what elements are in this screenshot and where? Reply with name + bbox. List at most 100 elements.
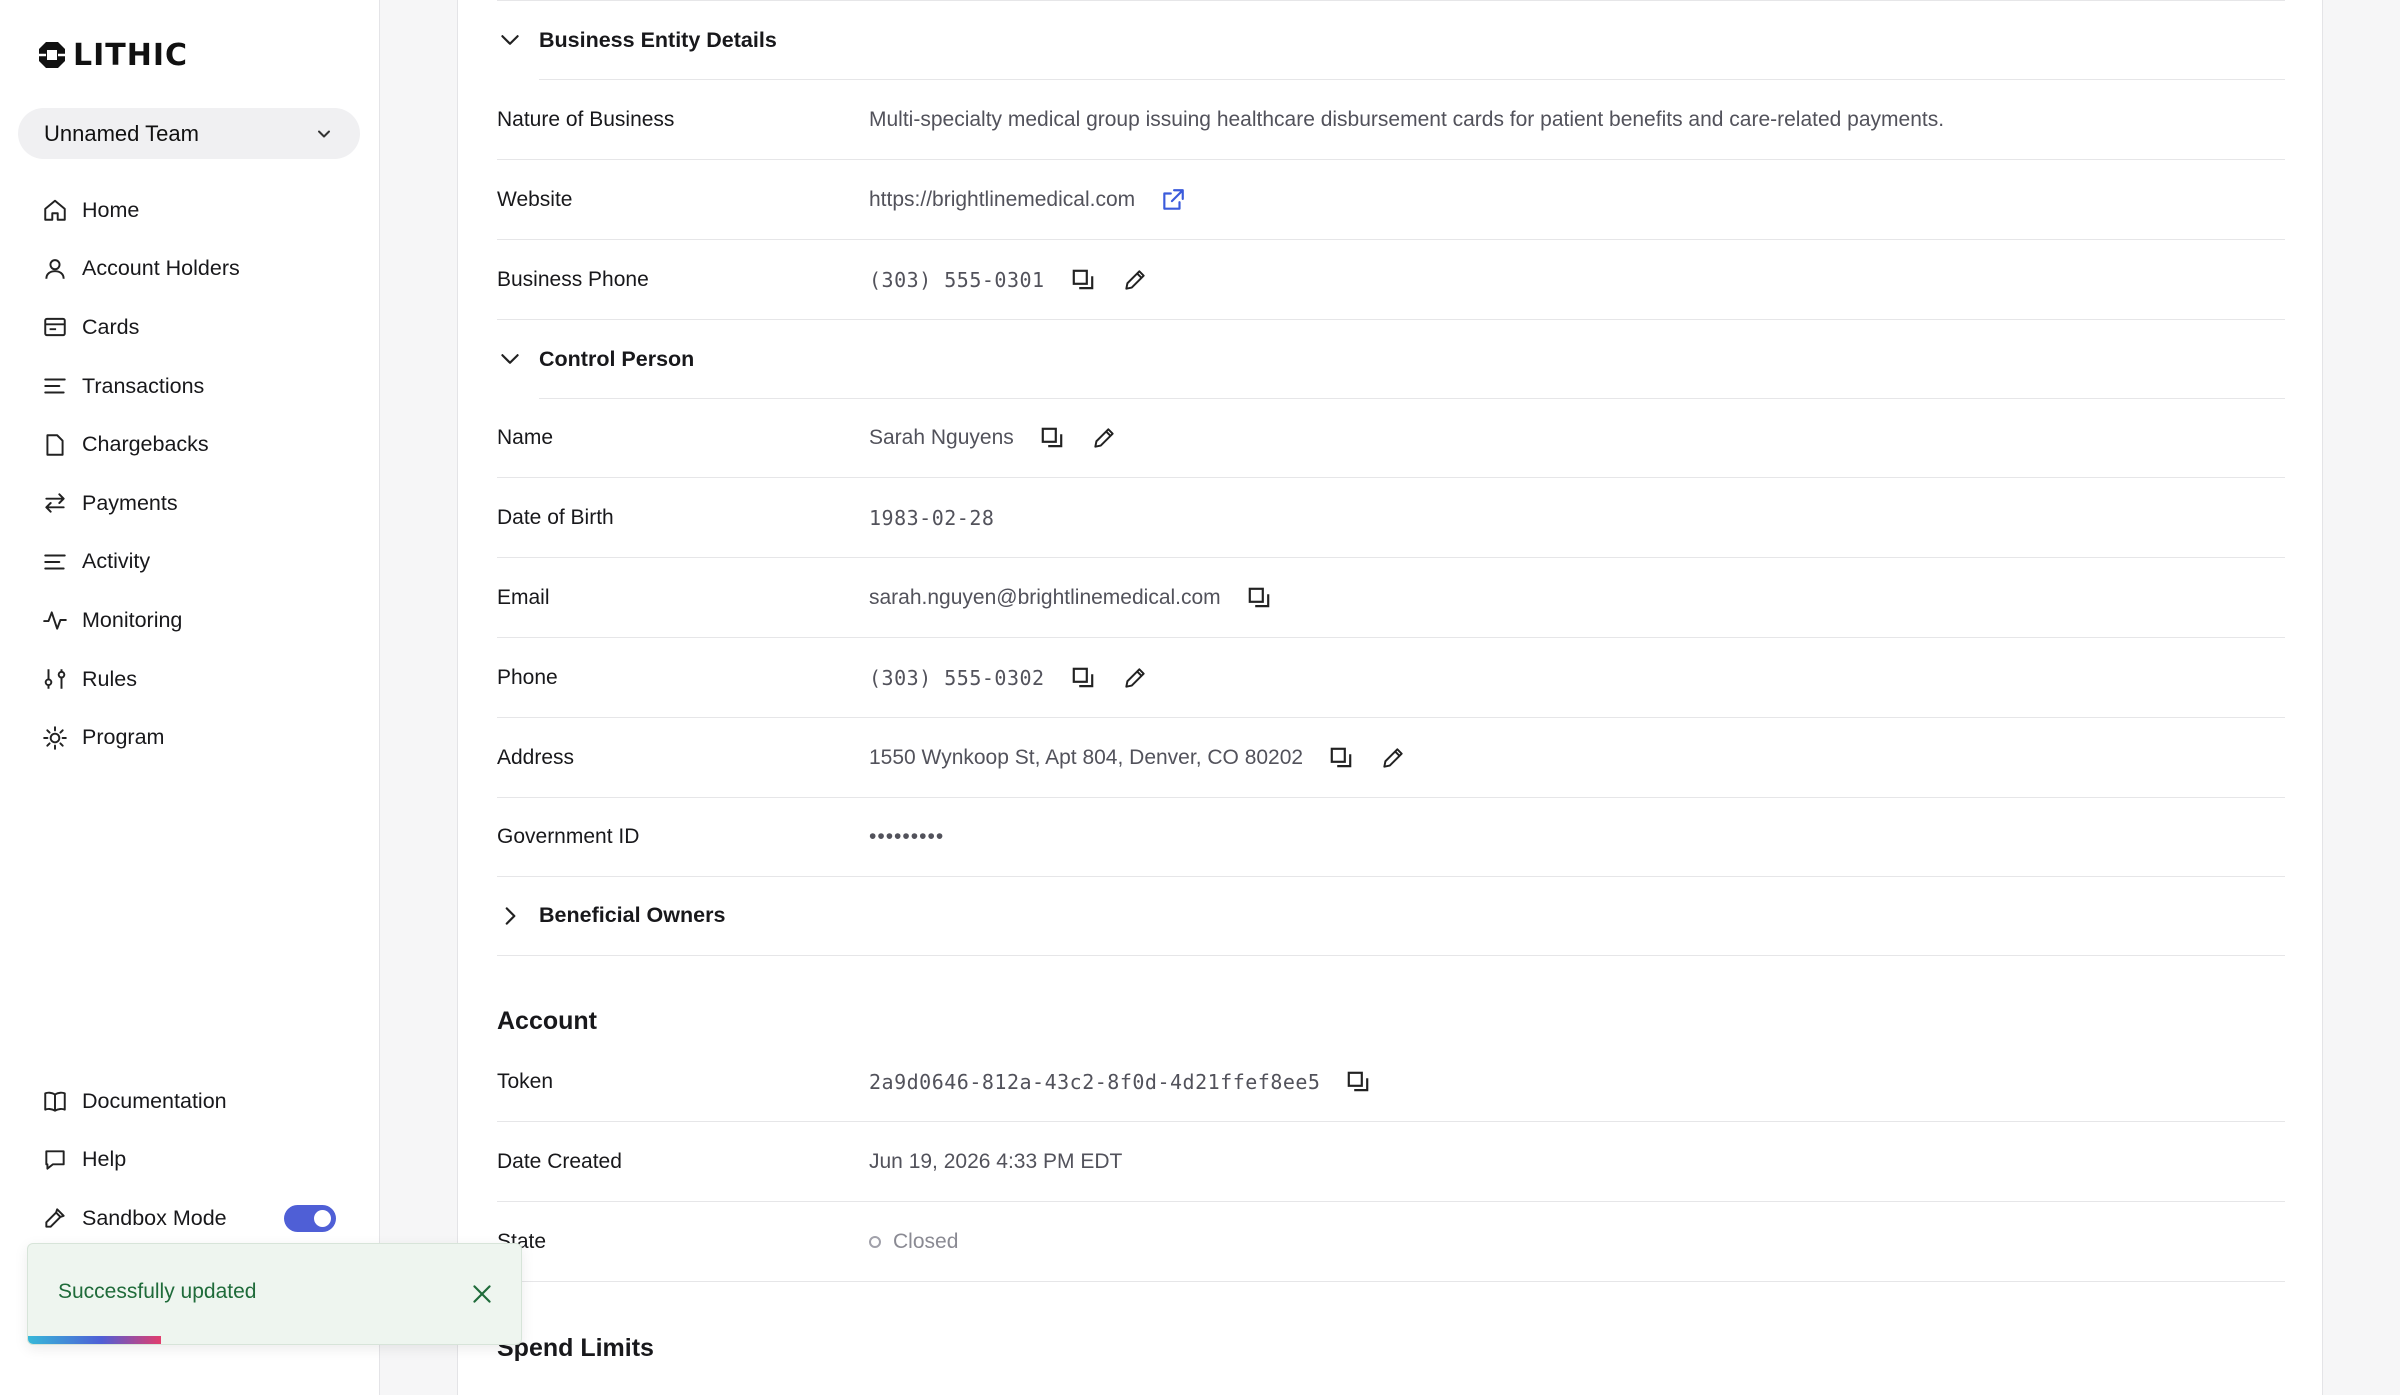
lithic-logo[interactable]: LITHIC bbox=[37, 37, 189, 73]
sidebar-nav: Home Account Holders Cards Transactions … bbox=[0, 181, 380, 767]
row-website: Website https://brightlinemedical.com bbox=[497, 160, 2285, 240]
edit-icon[interactable] bbox=[1121, 266, 1149, 294]
section-business-entity-details[interactable]: Business Entity Details bbox=[497, 0, 2285, 80]
sidebar-item-home[interactable]: Home bbox=[0, 181, 380, 240]
business-phone-value: (303) 555-0301 bbox=[869, 267, 1045, 292]
row-name: Name Sarah Nguyens bbox=[497, 398, 2285, 478]
row-business-phone: Business Phone (303) 555-0301 bbox=[497, 240, 2285, 320]
toast-progress-bar bbox=[28, 1336, 162, 1344]
chevron-down-icon bbox=[501, 35, 519, 45]
row-email: Email sarah.nguyen@brightlinemedical.com bbox=[497, 558, 2285, 638]
website-value: https://brightlinemedical.com bbox=[869, 187, 1136, 211]
sidebar-item-label: Cards bbox=[82, 314, 140, 339]
row-state: State Closed bbox=[497, 1202, 2285, 1282]
card-icon bbox=[44, 318, 66, 337]
team-selector[interactable]: Unnamed Team bbox=[18, 108, 360, 159]
edit-icon[interactable] bbox=[1121, 664, 1149, 692]
date-created-value: Jun 19, 2026 4:33 PM EDT bbox=[869, 1149, 1123, 1173]
brand-name: LITHIC bbox=[73, 37, 189, 73]
chevron-right-icon bbox=[505, 906, 516, 925]
sidebar-item-program[interactable]: Program bbox=[0, 708, 380, 767]
sidebar-item-label: Rules bbox=[82, 666, 137, 691]
sidebar-item-monitoring[interactable]: Monitoring bbox=[0, 591, 380, 650]
field-label: Nature of Business bbox=[497, 107, 675, 131]
sidebar-item-help[interactable]: Help bbox=[0, 1131, 380, 1190]
sidebar-item-label: Sandbox Mode bbox=[82, 1205, 227, 1230]
copy-icon[interactable] bbox=[1245, 584, 1273, 612]
phone-value: (303) 555-0302 bbox=[869, 665, 1045, 690]
field-label: Phone bbox=[497, 665, 558, 689]
toast-message: Successfully updated bbox=[58, 1280, 257, 1303]
sidebar-item-rules[interactable]: Rules bbox=[0, 650, 380, 709]
gear-icon bbox=[43, 725, 67, 750]
sidebar-item-label: Activity bbox=[82, 549, 151, 574]
token-value: 2a9d0646-812a-43c2-8f0d-4d21ffef8ee5 bbox=[869, 1069, 1321, 1094]
edit-icon[interactable] bbox=[1379, 744, 1407, 772]
copy-icon[interactable] bbox=[1069, 664, 1097, 692]
row-date-of-birth: Date of Birth 1983-02-28 bbox=[497, 478, 2285, 558]
row-phone: Phone (303) 555-0302 bbox=[497, 638, 2285, 718]
sidebar-item-label: Home bbox=[82, 197, 140, 222]
field-label: Date of Birth bbox=[497, 505, 614, 529]
field-label: Token bbox=[497, 1069, 554, 1093]
sidebar-item-chargebacks[interactable]: Chargebacks bbox=[0, 415, 380, 474]
sliders-icon bbox=[44, 669, 66, 689]
chat-icon bbox=[45, 1150, 65, 1170]
sidebar-item-sandbox-mode: Sandbox Mode bbox=[0, 1189, 380, 1248]
close-icon[interactable] bbox=[469, 1281, 495, 1307]
field-label: Date Created bbox=[497, 1149, 622, 1173]
dob-value: 1983-02-28 bbox=[869, 505, 995, 530]
sidebar-item-label: Payments bbox=[82, 490, 178, 515]
row-address: Address 1550 Wynkoop St, Apt 804, Denver… bbox=[497, 718, 2285, 798]
sidebar-item-transactions[interactable]: Transactions bbox=[0, 357, 380, 416]
book-icon bbox=[44, 1092, 66, 1113]
copy-icon[interactable] bbox=[1038, 424, 1066, 452]
section-beneficial-owners[interactable]: Beneficial Owners bbox=[497, 876, 2285, 956]
section-control-person[interactable]: Control Person bbox=[497, 319, 2285, 399]
toast-notification: Successfully updated bbox=[27, 1243, 522, 1345]
government-id-value: ••••••••• bbox=[869, 824, 945, 848]
sandbox-mode-toggle[interactable] bbox=[284, 1204, 336, 1232]
sidebar-item-label: Chargebacks bbox=[82, 432, 209, 457]
sidebar-item-label: Transactions bbox=[82, 373, 205, 398]
field-label: Government ID bbox=[497, 824, 640, 848]
pulse-icon bbox=[43, 611, 67, 631]
section-title: Control Person bbox=[539, 346, 695, 371]
field-label: Website bbox=[497, 187, 573, 211]
status-dot-icon bbox=[869, 1235, 881, 1248]
copy-icon[interactable] bbox=[1327, 744, 1355, 772]
user-icon bbox=[45, 259, 65, 279]
chevron-down-icon bbox=[318, 130, 330, 137]
sidebar-bottom-nav: Documentation Help Sandbox Mode bbox=[0, 1072, 380, 1248]
row-date-created: Date Created Jun 19, 2026 4:33 PM EDT bbox=[497, 1122, 2285, 1202]
field-label: State bbox=[497, 1229, 547, 1253]
row-token: Token 2a9d0646-812a-43c2-8f0d-4d21ffef8e… bbox=[497, 1042, 2285, 1122]
sidebar-item-payments[interactable]: Payments bbox=[0, 474, 380, 533]
email-value: sarah.nguyen@brightlinemedical.com bbox=[869, 585, 1221, 609]
sidebar-item-account-holders[interactable]: Account Holders bbox=[0, 240, 380, 299]
address-value: 1550 Wynkoop St, Apt 804, Denver, CO 802… bbox=[869, 745, 1304, 769]
sidebar-item-label: Help bbox=[82, 1147, 127, 1172]
chevron-down-icon bbox=[501, 354, 519, 364]
sidebar-item-documentation[interactable]: Documentation bbox=[0, 1072, 380, 1131]
name-value: Sarah Nguyens bbox=[869, 425, 1014, 449]
status-badge: Closed bbox=[893, 1229, 959, 1253]
field-label: Name bbox=[497, 425, 554, 449]
external-link-icon[interactable] bbox=[1159, 186, 1187, 214]
copy-icon[interactable] bbox=[1344, 1068, 1372, 1096]
team-selector-value: Unnamed Team bbox=[44, 120, 199, 146]
home-icon bbox=[44, 200, 66, 222]
row-nature-of-business: Nature of Business Multi-specialty medic… bbox=[497, 80, 2285, 160]
account-heading: Account bbox=[497, 1007, 597, 1035]
sidebar-item-activity[interactable]: Activity bbox=[0, 533, 380, 592]
copy-icon[interactable] bbox=[1069, 266, 1097, 294]
row-government-id: Government ID ••••••••• bbox=[497, 797, 2285, 877]
document-icon bbox=[46, 433, 64, 456]
section-title: Beneficial Owners bbox=[539, 903, 726, 927]
sidebar-item-label: Monitoring bbox=[82, 607, 183, 632]
edit-icon[interactable] bbox=[1090, 424, 1118, 452]
field-value: Multi-specialty medical group issuing he… bbox=[869, 107, 1945, 131]
field-label: Business Phone bbox=[497, 267, 649, 291]
field-label: Email bbox=[497, 585, 550, 609]
sidebar-item-cards[interactable]: Cards bbox=[0, 298, 380, 357]
